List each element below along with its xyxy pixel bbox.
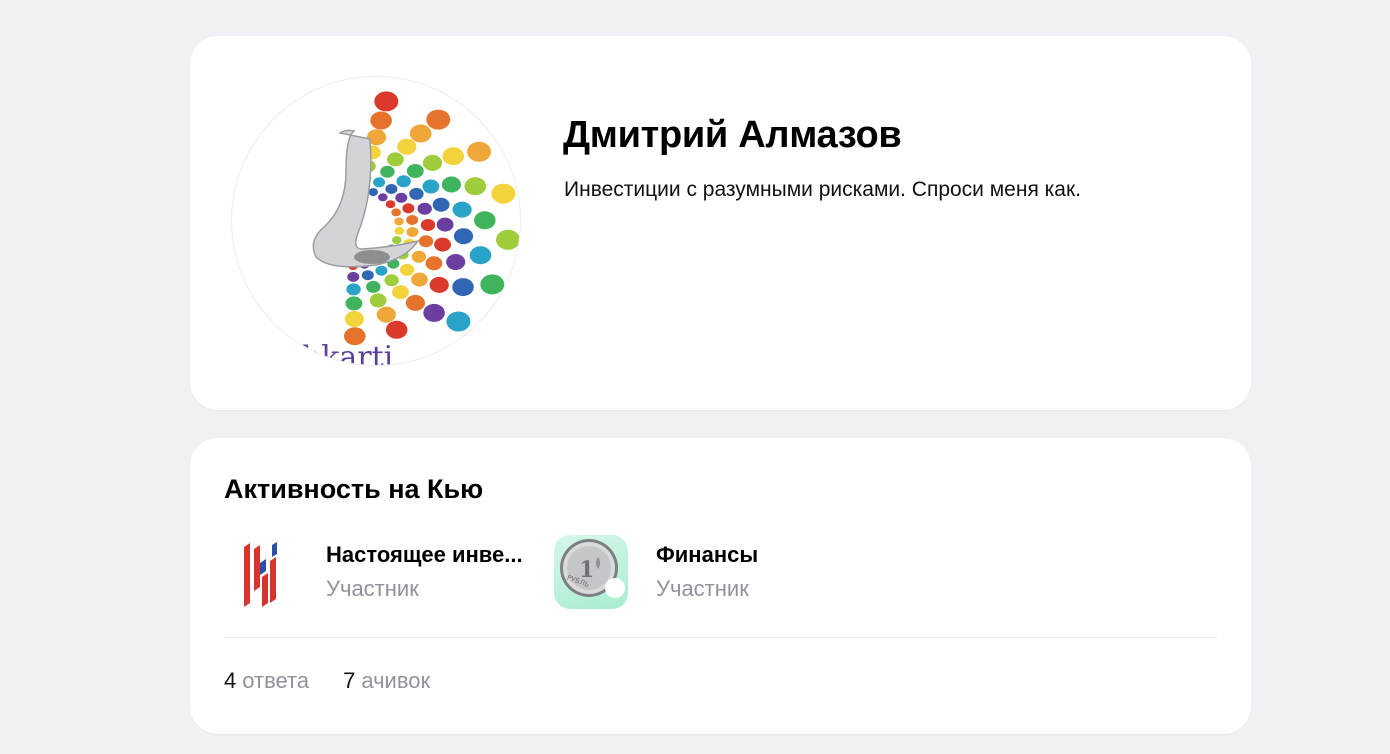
profile-stats: 4 ответа 7 ачивок	[224, 668, 464, 694]
profile-card: bkarti Дмитрий Алмазов Инвестиции с разу…	[190, 36, 1251, 410]
svg-text:bkarti: bkarti	[302, 340, 393, 366]
achievements-stat-link[interactable]: 7 ачивок	[343, 668, 430, 694]
profile-name: Дмитрий Алмазов	[563, 114, 902, 156]
answers-label: ответа	[242, 668, 310, 693]
community-role: Участник	[326, 576, 419, 601]
community-name: Настоящее инве...	[326, 542, 523, 567]
community-item-investing[interactable]: Настоящее инве... Участник	[224, 534, 544, 610]
community-name: Финансы	[656, 542, 759, 567]
red-blue-bars-logo-icon	[224, 535, 298, 609]
community-role: Участник	[656, 576, 749, 601]
achievements-count: 7	[343, 668, 356, 693]
ruble-coin-icon: 1 РУБЛЬ	[554, 535, 628, 609]
avatar[interactable]: bkarti	[231, 76, 521, 366]
activity-section-title: Активность на Кью	[224, 474, 484, 504]
activity-card: Активность на Кью Настоящее инве... Учас…	[190, 438, 1251, 734]
answers-stat-link[interactable]: 4 ответа	[224, 668, 309, 694]
divider	[224, 637, 1217, 638]
profile-bio: Инвестиции с разумными рисками. Спроси м…	[564, 178, 1082, 201]
rainbow-dots-logo-icon: bkarti	[302, 91, 520, 366]
answers-count: 4	[224, 668, 237, 693]
achievements-label: ачивок	[361, 668, 431, 693]
community-item-finance[interactable]: 1 РУБЛЬ Финансы Участник	[554, 534, 874, 610]
